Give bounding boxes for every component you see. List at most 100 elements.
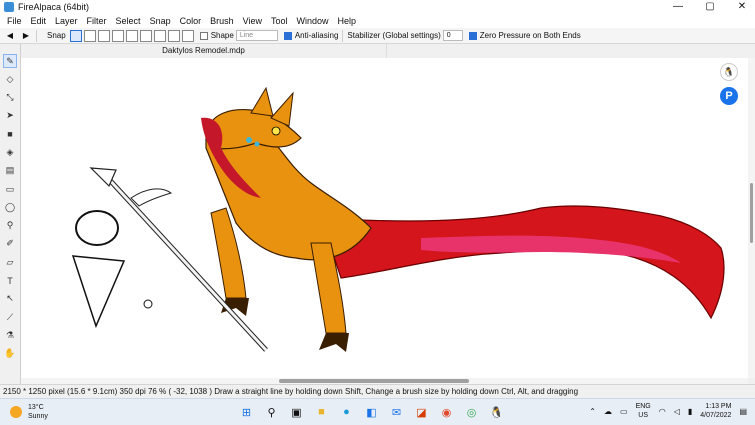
vertical-scroll-thumb[interactable] — [750, 183, 753, 243]
menu-filter[interactable]: Filter — [83, 16, 112, 26]
menu-select[interactable]: Select — [112, 16, 146, 26]
task-view-icon[interactable]: ▣ — [288, 402, 305, 422]
sun-icon — [10, 406, 22, 418]
divider — [36, 29, 37, 42]
snap-circle-icon[interactable] — [153, 29, 166, 42]
shape-checkbox[interactable] — [199, 31, 208, 40]
mail-icon[interactable]: ✉ — [388, 402, 405, 422]
clock-time: 1:13 PM — [705, 403, 732, 410]
gem-shape — [246, 137, 252, 143]
select-pen-tool-icon[interactable]: ✐ — [3, 237, 17, 251]
eyedropper-tool-icon[interactable]: ⚗ — [3, 328, 17, 342]
ear-shape — [250, 86, 274, 117]
tool-options-bar: ◀ ▶ Snap Shape Line Anti-aliasing Stabil… — [0, 28, 755, 44]
move-tool-icon[interactable]: ➤ — [3, 109, 17, 123]
battery-status-icon[interactable]: ▮ — [688, 407, 692, 416]
user-avatar[interactable]: 🐧 — [720, 63, 738, 81]
stabilizer-select[interactable]: 0 — [442, 30, 463, 41]
menu-snap[interactable]: Snap — [146, 16, 176, 26]
transform-tool-icon[interactable]: ⤡ — [3, 91, 17, 105]
document-tab[interactable]: Daktylos Remodel.mdp — [21, 44, 387, 58]
windows-taskbar: 13°C Sunny ⊞ ⚲ ▣ ■ ● ◧ ✉ ◪ ◉ ◎ 🐧 ⌃ ☁ ▭ E… — [0, 398, 755, 425]
notification-icon[interactable]: ▤ — [739, 407, 747, 416]
snap-vanishing-icon[interactable] — [111, 29, 124, 42]
divide-tool-icon[interactable]: ⟋ — [3, 310, 17, 324]
language-indicator[interactable]: ENG US — [636, 402, 651, 420]
chevron-up-icon[interactable]: ⌃ — [589, 407, 596, 416]
menu-edit[interactable]: Edit — [27, 16, 52, 26]
menu-window[interactable]: Window — [293, 16, 334, 26]
prev-icon[interactable]: ◀ — [4, 30, 16, 42]
hand-tool-icon[interactable]: ✋ — [3, 347, 17, 361]
paw-shape — [319, 333, 349, 352]
gradient-tool-icon[interactable]: ▤ — [3, 164, 17, 178]
menu-view[interactable]: View — [239, 16, 267, 26]
drawing-canvas[interactable] — [21, 58, 748, 378]
eye-shape — [271, 126, 281, 136]
zero-pressure-checkbox[interactable] — [468, 31, 477, 40]
snap-radial-icon[interactable] — [139, 29, 152, 42]
chrome-icon[interactable]: ◎ — [463, 402, 480, 422]
select-tool-icon[interactable]: ▭ — [3, 182, 17, 196]
weather-widget[interactable]: 13°C Sunny — [10, 403, 48, 421]
office-icon[interactable]: ◪ — [413, 402, 430, 422]
volume-icon[interactable]: ◁ — [674, 407, 680, 416]
snap-grid-icon[interactable] — [125, 29, 138, 42]
brush-cursor — [143, 299, 153, 309]
menu-layer[interactable]: Layer — [51, 16, 83, 26]
clock-date: 4/07/2022 — [700, 412, 732, 419]
shape-select[interactable]: Line — [235, 30, 278, 41]
magic-wand-tool-icon[interactable]: ⚲ — [3, 219, 17, 233]
menu-bar: File Edit Layer Filter Select Snap Color… — [0, 14, 755, 28]
divider — [342, 29, 344, 42]
status-bar: 2150 * 1250 pixel (15.6 * 9.1cm) 350 dpi… — [0, 384, 755, 398]
menu-brush[interactable]: Brush — [206, 16, 239, 26]
edge-icon[interactable]: ● — [338, 402, 355, 422]
menu-file[interactable]: File — [3, 16, 27, 26]
operation-tool-icon[interactable]: ↖ — [3, 292, 17, 306]
zero-pressure-label: Zero Pressure on Both Ends — [479, 31, 581, 40]
brush-tool-icon[interactable]: ✎ — [3, 54, 17, 68]
select-eraser-tool-icon[interactable]: ▱ — [3, 255, 17, 269]
condition: Sunny — [28, 413, 48, 420]
minimize-button[interactable]: — — [671, 0, 685, 14]
title-bar: FireAlpaca (64bit) — ▢ ✕ — [0, 0, 755, 14]
fill-rect-tool-icon[interactable]: ■ — [3, 127, 17, 141]
windows-start-icon[interactable]: ⊞ — [238, 402, 255, 422]
bucket-tool-icon[interactable]: ◈ — [3, 145, 17, 159]
maps-icon[interactable]: ◉ — [438, 402, 455, 422]
guide-circle — [75, 210, 119, 246]
text-tool-icon[interactable]: T — [3, 274, 17, 288]
wifi-icon[interactable]: ◠ — [659, 407, 666, 416]
snap-curve-icon[interactable] — [167, 29, 180, 42]
clock[interactable]: 1:13 PM 4/07/2022 — [700, 402, 731, 420]
firealpaca-taskbar-icon[interactable]: 🐧 — [488, 402, 505, 422]
file-explorer-icon[interactable]: ■ — [313, 402, 330, 422]
next-icon[interactable]: ▶ — [20, 30, 32, 42]
menu-tool[interactable]: Tool — [267, 16, 293, 26]
vertical-scrollbar[interactable] — [748, 58, 755, 378]
firealpaca-icon — [4, 2, 14, 12]
menu-color[interactable]: Color — [176, 16, 207, 26]
snap-off-icon[interactable] — [69, 29, 82, 42]
maximize-button[interactable]: ▢ — [703, 0, 717, 14]
search-icon[interactable]: ⚲ — [263, 402, 280, 422]
pixiv-icon[interactable]: P — [720, 87, 738, 105]
stabilizer-label: Stabilizer (Global settings) — [347, 31, 441, 40]
window-title: FireAlpaca (64bit) — [18, 2, 90, 12]
onedrive-icon[interactable]: ☁ — [604, 407, 612, 416]
gem-shape — [254, 141, 260, 147]
close-button[interactable]: ✕ — [735, 0, 749, 14]
menu-help[interactable]: Help — [334, 16, 362, 26]
antialias-checkbox[interactable] — [283, 31, 292, 40]
horizontal-scroll-thumb[interactable] — [279, 379, 469, 383]
store-icon[interactable]: ◧ — [363, 402, 380, 422]
eraser-tool-icon[interactable]: ◇ — [3, 72, 17, 86]
battery-icon[interactable]: ▭ — [620, 407, 628, 416]
snap-parallel-icon[interactable] — [83, 29, 96, 42]
region-code: US — [638, 412, 649, 419]
lasso-tool-icon[interactable]: ◯ — [3, 200, 17, 214]
snap-cross-icon[interactable] — [97, 29, 110, 42]
snap-settings-icon[interactable] — [181, 29, 194, 42]
taskbar-apps: ⊞ ⚲ ▣ ■ ● ◧ ✉ ◪ ◉ ◎ 🐧 — [238, 402, 505, 422]
